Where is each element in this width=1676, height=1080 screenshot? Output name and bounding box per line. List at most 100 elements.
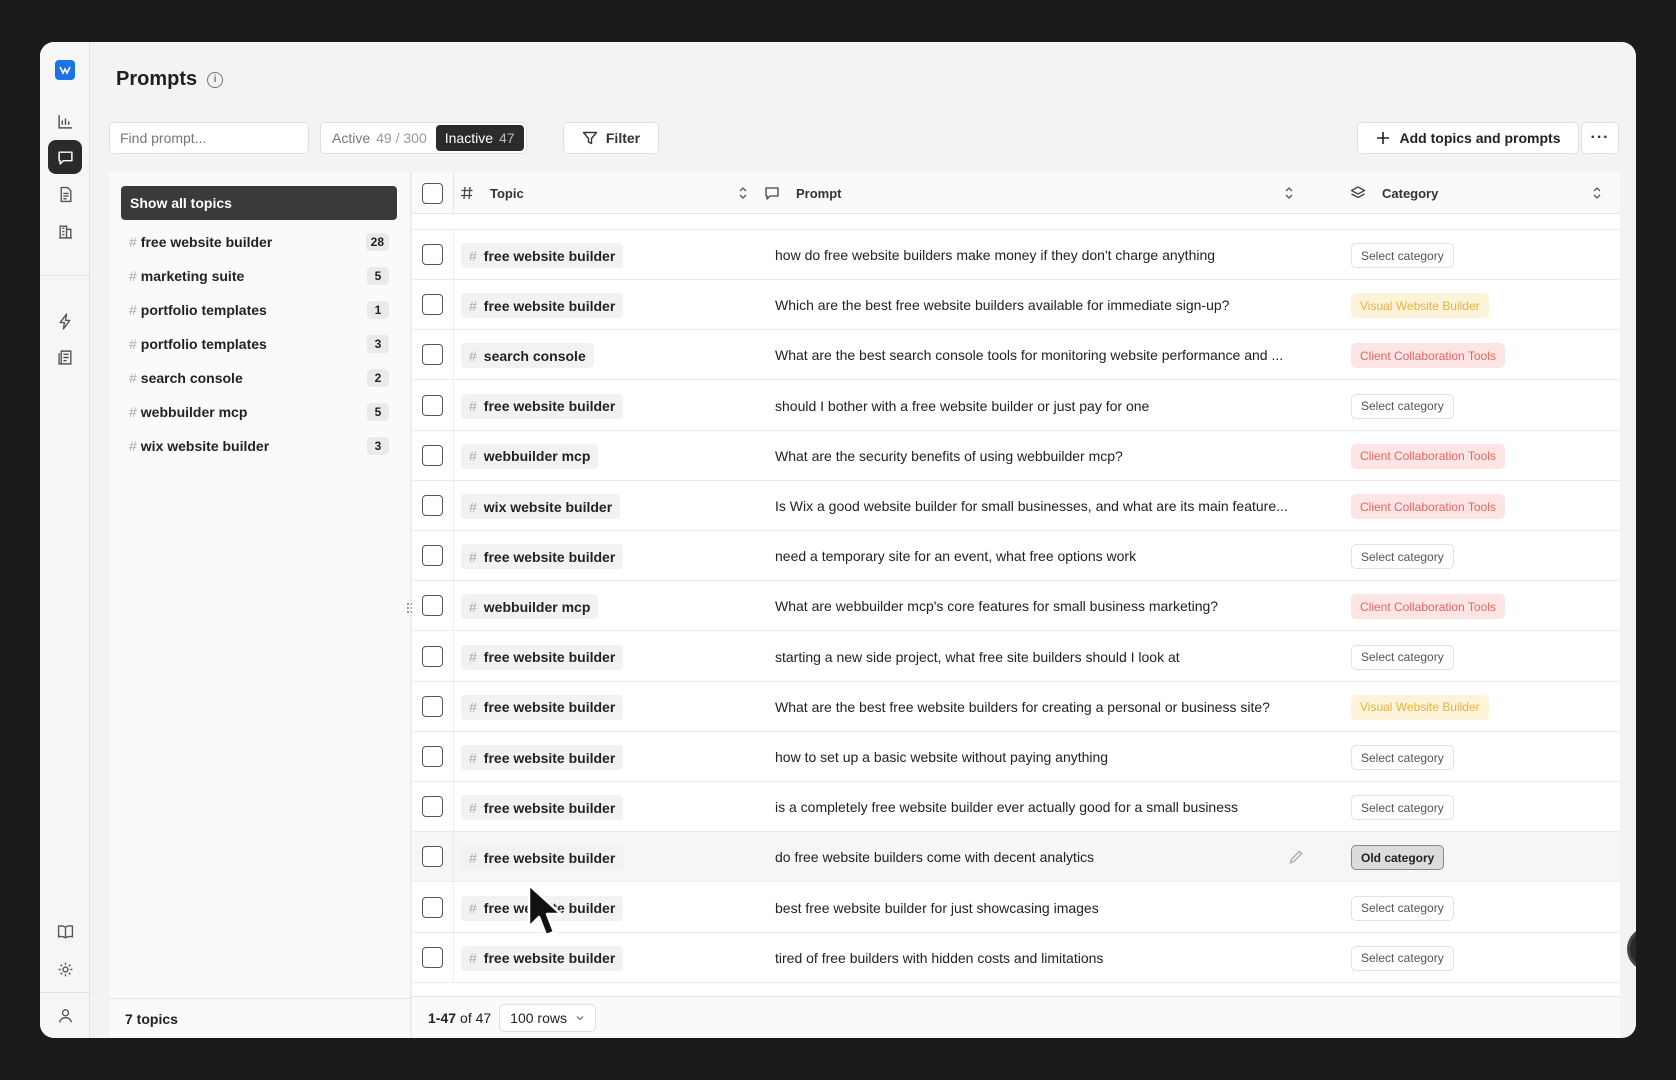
tab-inactive[interactable]: Inactive 47: [435, 125, 524, 151]
topic-tag[interactable]: # free website builder: [461, 544, 624, 570]
table-row[interactable]: # free website builder do free website bui…: [412, 832, 1620, 883]
prompt-text[interactable]: do free website builders come with decen…: [775, 832, 1325, 882]
topic-tag[interactable]: # free website builder: [461, 243, 624, 268]
table-row[interactable]: # search console What are the best search …: [412, 330, 1620, 381]
column-category[interactable]: Category: [1350, 172, 1612, 214]
topic-item[interactable]: # free website builder 28: [121, 225, 397, 259]
topic-tag[interactable]: # webbuilder mcp: [461, 594, 599, 620]
row-checkbox[interactable]: [422, 695, 443, 717]
rows-per-page-select[interactable]: 100 rows: [499, 1003, 596, 1032]
row-checkbox[interactable]: [422, 796, 443, 818]
select-all-checkbox[interactable]: [422, 182, 443, 204]
topic-tag[interactable]: # free website builder: [461, 945, 624, 971]
row-checkbox[interactable]: [422, 946, 443, 968]
topic-tag[interactable]: # free website builder: [461, 644, 624, 670]
prompt-text[interactable]: What are the best search console tools f…: [775, 330, 1325, 380]
row-checkbox[interactable]: [422, 495, 443, 516]
row-checkbox[interactable]: [422, 645, 443, 667]
prompt-text[interactable]: best free website builder for just showc…: [775, 883, 1325, 933]
category-select[interactable]: Select category: [1351, 745, 1454, 770]
prompt-text[interactable]: What are the best free website builders …: [775, 682, 1325, 732]
row-checkbox[interactable]: [422, 394, 443, 416]
prompt-text[interactable]: What are webbuilder mcp's core features …: [775, 581, 1325, 631]
filter-button[interactable]: Filter: [563, 122, 659, 154]
row-checkbox[interactable]: [422, 896, 443, 918]
row-checkbox[interactable]: [422, 545, 443, 567]
table-row[interactable]: # free website builder starting a new side…: [412, 631, 1620, 682]
prompt-text[interactable]: need a temporary site for an event, what…: [775, 531, 1325, 581]
table-row[interactable]: # free website builder need a temporary si…: [412, 531, 1620, 582]
category-select[interactable]: Old category: [1351, 845, 1445, 871]
category-select[interactable]: Client Collaboration Tools: [1351, 343, 1505, 369]
prompt-text[interactable]: starting a new side project, what free s…: [775, 632, 1325, 682]
table-row[interactable]: # wix website builder Is Wix a good websit…: [412, 481, 1620, 531]
prompts-chat-icon[interactable]: [48, 140, 82, 174]
prompt-text[interactable]: Which are the best free website builders…: [775, 280, 1325, 330]
topic-item[interactable]: # search console 2: [121, 361, 397, 395]
prompt-text[interactable]: is a completely free website builder eve…: [775, 782, 1325, 832]
sort-icon[interactable]: [738, 186, 748, 200]
category-select[interactable]: Select category: [1351, 243, 1454, 268]
add-topics-button[interactable]: Add topics and prompts: [1357, 122, 1579, 154]
topic-item[interactable]: # marketing suite 5: [121, 259, 397, 293]
column-topic[interactable]: Topic: [460, 172, 758, 214]
gear-icon[interactable]: [48, 952, 82, 986]
assistant-fab-button[interactable]: [1630, 930, 1636, 968]
reports-icon[interactable]: [48, 340, 82, 374]
tab-active[interactable]: Active 49 / 300: [323, 125, 436, 151]
analytics-icon[interactable]: [48, 104, 82, 138]
topic-item[interactable]: # webbuilder mcp 5: [121, 395, 397, 429]
sort-icon[interactable]: [1592, 186, 1602, 200]
category-select[interactable]: Select category: [1351, 644, 1454, 670]
search-input[interactable]: [109, 122, 309, 154]
topic-tag[interactable]: # free website builder: [461, 393, 624, 419]
pencil-icon[interactable]: [1287, 848, 1305, 866]
prompt-text[interactable]: tired of free builders with hidden costs…: [775, 933, 1325, 983]
more-options-button[interactable]: ···: [1581, 122, 1619, 154]
row-checkbox[interactable]: [422, 595, 443, 617]
table-row[interactable]: # free website builder should I bother wit…: [412, 380, 1620, 431]
table-row[interactable]: # free website builder Which are the best …: [412, 280, 1620, 331]
table-row[interactable]: # free website builder how to set up a bas…: [412, 732, 1620, 782]
topic-tag[interactable]: # free website builder: [461, 694, 624, 720]
category-select[interactable]: Select category: [1351, 895, 1454, 921]
table-row[interactable]: # free website builder tired of free build…: [412, 932, 1620, 983]
row-checkbox[interactable]: [422, 846, 443, 868]
book-icon[interactable]: [48, 914, 82, 948]
topic-item[interactable]: # portfolio templates 3: [121, 327, 397, 361]
table-row[interactable]: # free website builder What are the best f…: [412, 681, 1620, 732]
prompt-text[interactable]: how do free website builders make money …: [775, 230, 1325, 280]
show-all-topics-button[interactable]: Show all topics: [121, 186, 397, 220]
topic-tag[interactable]: # free website builder: [461, 293, 624, 319]
row-checkbox[interactable]: [422, 746, 443, 767]
building-icon[interactable]: [48, 214, 82, 248]
row-checkbox[interactable]: [422, 444, 443, 466]
sort-icon[interactable]: [1284, 186, 1294, 200]
category-select[interactable]: Select category: [1351, 945, 1454, 971]
topic-item[interactable]: # portfolio templates 1: [121, 293, 397, 327]
topic-tag[interactable]: # search console: [461, 343, 594, 369]
category-select[interactable]: Client Collaboration Tools: [1351, 443, 1505, 469]
topic-tag[interactable]: # wix website builder: [461, 494, 621, 519]
row-checkbox[interactable]: [422, 344, 443, 366]
row-checkbox[interactable]: [422, 294, 443, 316]
category-select[interactable]: Client Collaboration Tools: [1351, 494, 1505, 519]
table-row[interactable]: # webbuilder mcp What are webbuilder mcp's…: [412, 581, 1620, 632]
category-select[interactable]: Select category: [1351, 544, 1454, 570]
category-select[interactable]: Client Collaboration Tools: [1351, 594, 1505, 620]
category-select[interactable]: Visual Website Builder: [1351, 293, 1489, 319]
category-select[interactable]: Select category: [1351, 393, 1454, 419]
prompt-text[interactable]: should I bother with a free website buil…: [775, 381, 1325, 431]
table-row[interactable]: # free website builder is a completely fre…: [412, 782, 1620, 833]
table-row[interactable]: # free website builder how do free website…: [412, 230, 1620, 280]
category-select[interactable]: Select category: [1351, 795, 1454, 821]
table-row[interactable]: #free website builderbest free website b…: [412, 882, 1620, 933]
app-logo-icon[interactable]: [55, 60, 75, 80]
category-select[interactable]: Visual Website Builder: [1351, 694, 1489, 720]
topic-tag[interactable]: # free website builder: [461, 845, 624, 871]
prompt-text[interactable]: Is Wix a good website builder for small …: [775, 481, 1325, 531]
info-icon[interactable]: i: [207, 71, 224, 88]
user-icon[interactable]: [48, 998, 82, 1032]
row-checkbox[interactable]: [422, 244, 443, 265]
column-prompt[interactable]: Prompt: [764, 172, 1304, 214]
